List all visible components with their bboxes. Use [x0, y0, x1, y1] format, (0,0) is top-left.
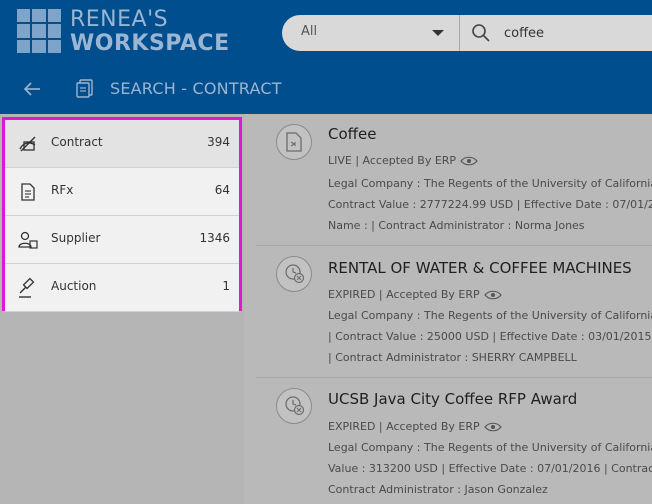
sidebar-item-label: RFx	[51, 183, 74, 197]
sidebar-item-count: 394	[207, 135, 230, 149]
result-item[interactable]: UCSB Java City Coffee RFP Award EXPIRED …	[256, 378, 652, 504]
search-results: Coffee LIVE | Accepted By ERP Legal Comp…	[244, 114, 652, 504]
global-search: All	[282, 15, 652, 51]
search-scope-value: All	[301, 24, 318, 39]
result-title[interactable]: RENTAL OF WATER & COFFEE MACHINES	[328, 259, 632, 277]
search-scope-dropdown[interactable]: All	[282, 15, 460, 51]
rfx-document-icon	[21, 183, 35, 201]
result-item[interactable]: Coffee LIVE | Accepted By ERP Legal Comp…	[256, 114, 652, 246]
result-legal-company: Legal Company : The Regents of the Unive…	[328, 309, 652, 322]
result-administrator: Contract Administrator : Jason Gonzalez	[328, 483, 548, 496]
result-status: EXPIRED | Accepted By ERP	[328, 420, 502, 433]
page-title: SEARCH - CONTRACT	[110, 79, 282, 98]
category-sidebar: Contract 394 RFx 64 Supplier 1346 Auctio…	[0, 114, 244, 504]
sidebar-item-count: 1	[222, 279, 230, 293]
auction-gavel-icon	[19, 277, 35, 298]
result-legal-company: Legal Company : The Regents of the Unive…	[328, 177, 652, 190]
result-title[interactable]: UCSB Java City Coffee RFP Award	[328, 390, 577, 408]
sidebar-item-label: Auction	[51, 279, 97, 293]
result-administrator: Name : | Contract Administrator : Norma …	[328, 219, 585, 232]
result-contract-value: Contract Value : 2777224.99 USD | Effect…	[328, 198, 652, 211]
search-input[interactable]	[504, 22, 652, 44]
caret-down-icon	[432, 30, 444, 36]
category-list: Contract 394 RFx 64 Supplier 1346 Auctio…	[2, 117, 242, 312]
result-contract-value: | Contract Value : 25000 USD | Effective…	[328, 330, 652, 343]
sidebar-item-count: 1346	[199, 231, 230, 245]
result-item[interactable]: RENTAL OF WATER & COFFEE MACHINES EXPIRE…	[256, 246, 652, 378]
result-title[interactable]: Coffee	[328, 125, 376, 143]
app-header: RENEA'S WORKSPACE All SEARCH - CONTRACT	[0, 0, 652, 114]
logo-line2: WORKSPACE	[70, 31, 230, 56]
back-arrow-icon[interactable]	[22, 79, 42, 99]
result-legal-company: Legal Company : The Regents of the Unive…	[328, 441, 652, 454]
sidebar-item-label: Supplier	[51, 231, 101, 245]
result-status-text: EXPIRED | Accepted By ERP	[328, 420, 480, 433]
result-status: EXPIRED | Accepted By ERP	[328, 288, 502, 301]
sidebar-item-rfx[interactable]: RFx 64	[5, 168, 239, 216]
result-contract-value: Value : 313200 USD | Effective Date : 07…	[328, 462, 652, 475]
expired-clock-icon	[276, 388, 312, 424]
result-status: LIVE | Accepted By ERP	[328, 154, 478, 167]
sidebar-item-contract[interactable]: Contract 394	[5, 120, 239, 168]
contract-document-icon	[76, 79, 93, 98]
supplier-icon	[18, 231, 38, 249]
eye-icon[interactable]	[483, 290, 502, 300]
eye-icon[interactable]	[483, 422, 502, 432]
search-icon[interactable]	[471, 23, 491, 43]
sidebar-item-auction[interactable]: Auction 1	[5, 264, 239, 312]
expired-clock-icon	[276, 256, 312, 292]
sidebar-item-count: 64	[214, 183, 230, 197]
result-status-text: LIVE | Accepted By ERP	[328, 154, 457, 167]
live-contract-icon	[276, 124, 312, 160]
logo-line1: RENEA'S	[70, 7, 169, 32]
sidebar-item-label: Contract	[51, 135, 103, 149]
sidebar-item-supplier[interactable]: Supplier 1346	[5, 216, 239, 264]
contract-icon	[19, 136, 36, 152]
eye-icon[interactable]	[460, 156, 478, 166]
result-administrator: | Contract Administrator : SHERRY CAMPBE…	[328, 351, 577, 364]
workspace-logo: RENEA'S WORKSPACE	[70, 8, 230, 56]
logo-grid-icon	[17, 9, 61, 53]
result-status-text: EXPIRED | Accepted By ERP	[328, 288, 480, 301]
